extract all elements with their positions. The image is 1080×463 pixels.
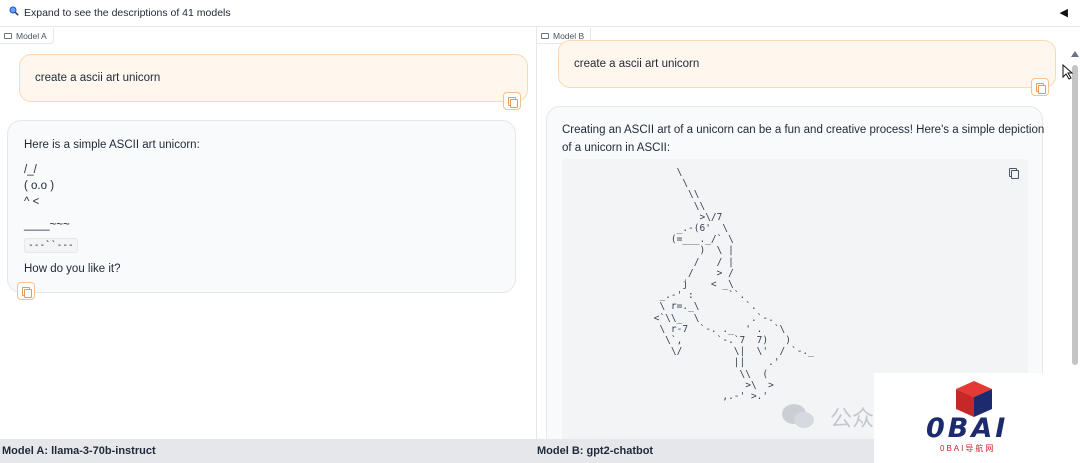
accordion-label: Expand to see the descriptions of 41 mod…	[24, 7, 231, 19]
user-message-text: create a ascii art unicorn	[35, 72, 161, 84]
model-a-tag: Model A	[0, 28, 54, 44]
code-copy-icon[interactable]	[1008, 167, 1020, 179]
user-message-bubble: create a ascii art unicorn	[558, 40, 1056, 88]
model-descriptions-accordion[interactable]: Expand to see the descriptions of 41 mod…	[0, 0, 1080, 27]
inline-code: ---``---	[24, 238, 78, 253]
copy-button[interactable]	[1031, 78, 1049, 96]
model-a-chat-panel: Model A create a ascii art unicorn Here …	[0, 27, 537, 439]
bot-message-bubble: Here is a simple ASCII art unicorn: /_/ …	[7, 120, 516, 293]
bot-intro-text: Here is a simple ASCII art unicorn:	[24, 139, 200, 151]
bot-text-line: ____~~~	[24, 219, 70, 231]
chat-icon	[541, 32, 549, 39]
bot-intro-text: Creating an ASCII art of a unicorn can b…	[562, 124, 1045, 136]
scroll-up-icon[interactable]	[1071, 51, 1079, 57]
model-b-tag-label: Model B	[553, 30, 585, 41]
bot-text-line: ( o.o )	[24, 180, 55, 192]
chat-icon	[4, 32, 12, 39]
logo-subtext: 0BAI导航网	[940, 444, 996, 453]
ascii-art-code: \ \ \\ \\ >\/7 _.-(6' \ (=___._/` \ ) \ …	[653, 167, 814, 403]
bot-outro-text: How do you like it?	[24, 263, 121, 275]
watermark-text: 公众	[830, 406, 875, 431]
copy-button[interactable]	[503, 92, 521, 110]
logo-text: 0BAI	[926, 413, 1009, 444]
logo-watermark: 0BAI 0BAI导航网	[874, 373, 1080, 463]
copy-button[interactable]	[17, 282, 35, 300]
bot-text-line: ^ <	[24, 196, 40, 208]
model-a-tag-label: Model A	[16, 30, 47, 41]
mouse-cursor-icon	[1062, 64, 1074, 80]
user-message-text: create a ascii art unicorn	[574, 58, 700, 70]
bot-intro-text: of a unicorn in ASCII:	[562, 142, 671, 154]
bot-text-line: /_/	[24, 164, 37, 176]
collapse-arrow-icon[interactable]: ◀	[1060, 6, 1068, 19]
scroll-thumb[interactable]	[1072, 65, 1078, 365]
search-icon	[9, 6, 19, 16]
user-message-bubble: create a ascii art unicorn	[19, 54, 528, 102]
wechat-icon	[782, 404, 814, 428]
model-a-name: Model A: llama-3-70b-instruct	[0, 439, 537, 463]
